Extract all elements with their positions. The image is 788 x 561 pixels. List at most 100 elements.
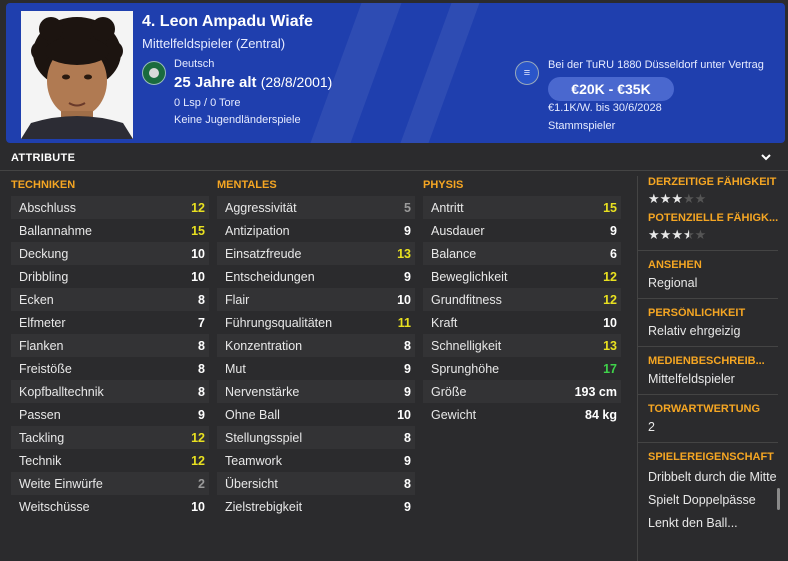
attribute-row[interactable]: Ecken 8 xyxy=(11,288,209,311)
attribute-row[interactable]: Freistöße 8 xyxy=(11,357,209,380)
attribute-row[interactable]: Schnelligkeit 13 xyxy=(423,334,621,357)
attribute-label: Technik xyxy=(19,453,62,468)
attribute-row[interactable]: Technik 12 xyxy=(11,449,209,472)
attribute-row[interactable]: Größe 193 cm xyxy=(423,380,621,403)
attribute-row[interactable]: Antizipation 9 xyxy=(217,219,415,242)
attribute-label: Antritt xyxy=(431,200,464,215)
attribute-value: 8 xyxy=(198,361,205,376)
player-trait: Lenkt den Ball... xyxy=(648,516,738,530)
star-icon: ★ xyxy=(648,191,660,206)
attribute-row[interactable]: Deckung 10 xyxy=(11,242,209,265)
divider xyxy=(638,298,778,299)
attribute-row[interactable]: Konzentration 8 xyxy=(217,334,415,357)
chevron-down-icon[interactable] xyxy=(760,151,772,166)
personality-value: Relativ ehrgeizig xyxy=(648,324,741,338)
header-stripe xyxy=(310,3,402,143)
divider xyxy=(638,394,778,395)
attribute-row[interactable]: Grundfitness 12 xyxy=(423,288,621,311)
attribute-value: 12 xyxy=(603,269,617,284)
player-position: Mittelfeldspieler (Zentral) xyxy=(142,36,286,51)
divider xyxy=(638,442,778,443)
attribute-label: Beweglichkeit xyxy=(431,269,508,284)
attribute-row[interactable]: Mut 9 xyxy=(217,357,415,380)
attribute-value: 15 xyxy=(603,200,617,215)
player-trait: Spielt Doppelpässe xyxy=(648,493,756,507)
attribute-label: Entscheidungen xyxy=(225,269,315,284)
attribute-label: Führungsqualitäten xyxy=(225,315,333,330)
attribute-row[interactable]: Flair 10 xyxy=(217,288,415,311)
attribute-value: 9 xyxy=(404,499,411,514)
attribute-row[interactable]: Einsatzfreude 13 xyxy=(217,242,415,265)
star-icon: ★ xyxy=(671,191,683,206)
attribute-row[interactable]: Ohne Ball 10 xyxy=(217,403,415,426)
attribute-row[interactable]: Tackling 12 xyxy=(11,426,209,449)
technical-attributes: Abschluss 12 Ballannahme 15 Deckung 10 Dribbli… xyxy=(11,196,209,518)
attribute-label: Mut xyxy=(225,361,246,376)
attribute-value: 8 xyxy=(198,338,205,353)
technical-heading: TECHNIKEN xyxy=(11,179,76,191)
attribute-label: Weite Einwürfe xyxy=(19,476,103,491)
nation-badge-icon xyxy=(142,61,166,85)
attribute-row[interactable]: Flanken 8 xyxy=(11,334,209,357)
potential-ability-stars: ★ ★ ★ ★ ★ xyxy=(648,228,778,242)
attribute-value: 9 xyxy=(610,223,617,238)
attribute-row[interactable]: Balance 6 xyxy=(423,242,621,265)
attribute-row[interactable]: Stellungsspiel 8 xyxy=(217,426,415,449)
attribute-row[interactable]: Abschluss 12 xyxy=(11,196,209,219)
attribute-row[interactable]: Kraft 10 xyxy=(423,311,621,334)
attribute-value: 8 xyxy=(404,430,411,445)
attribute-row[interactable]: Teamwork 9 xyxy=(217,449,415,472)
attribute-row[interactable]: Gewicht 84 kg xyxy=(423,403,621,426)
attribute-label: Flanken xyxy=(19,338,64,353)
attribute-label: Passen xyxy=(19,407,61,422)
attribute-row[interactable]: Dribbling 10 xyxy=(11,265,209,288)
attribute-label: Größe xyxy=(431,384,467,399)
attribute-label: Kopfballtechnik xyxy=(19,384,104,399)
attribute-row[interactable]: Entscheidungen 9 xyxy=(217,265,415,288)
attribute-row[interactable]: Zielstrebigkeit 9 xyxy=(217,495,415,518)
attribute-value: 10 xyxy=(191,499,205,514)
attribute-value: 13 xyxy=(603,338,617,353)
attribute-row[interactable]: Übersicht 8 xyxy=(217,472,415,495)
contract-club[interactable]: Bei der TuRU 1880 Düsseldorf unter Vertr… xyxy=(548,59,764,71)
attribute-label: Aggressivität xyxy=(225,200,297,215)
attribute-row[interactable]: Antritt 15 xyxy=(423,196,621,219)
star-icon: ★ xyxy=(682,191,695,206)
attribute-row[interactable]: Sprunghöhe 17 xyxy=(423,357,621,380)
reputation-label: ANSEHEN xyxy=(648,259,702,271)
traits-scrollbar[interactable] xyxy=(777,488,780,510)
star-icon: ★ xyxy=(659,227,672,242)
club-badge-icon[interactable]: ≡ xyxy=(515,61,539,85)
attribute-row[interactable]: Nervenstärke 9 xyxy=(217,380,415,403)
attribute-value: 11 xyxy=(397,315,411,330)
attribute-label: Flair xyxy=(225,292,250,307)
player-summary-panel: DERZEITIGE FÄHIGKEIT ★ ★ ★ ★ ★ POTENZIELLE F… xyxy=(638,176,778,532)
attribute-row[interactable]: Weitschüsse 10 xyxy=(11,495,209,518)
attribute-row[interactable]: Führungsqualitäten 11 xyxy=(217,311,415,334)
attribute-value: 15 xyxy=(191,223,205,238)
attribute-value: 8 xyxy=(198,292,205,307)
attribute-value: 12 xyxy=(191,200,205,215)
attribute-row[interactable]: Beweglichkeit 12 xyxy=(423,265,621,288)
reputation-value: Regional xyxy=(648,276,698,290)
player-age: 25 Jahre alt (28/8/2001) xyxy=(174,74,332,91)
star-icon: ★ xyxy=(694,191,707,206)
attribute-value: 9 xyxy=(404,453,411,468)
wage-contract-info: €1.1K/W. bis 30/6/2028 xyxy=(548,102,662,114)
attribute-row[interactable]: Ballannahme 15 xyxy=(11,219,209,242)
attribute-row[interactable]: Weite Einwürfe 2 xyxy=(11,472,209,495)
mental-attributes: Aggressivität 5 Antizipation 9 Einsatzfreude… xyxy=(217,196,415,518)
attribute-row[interactable]: Kopfballtechnik 8 xyxy=(11,380,209,403)
attribute-row[interactable]: Ausdauer 9 xyxy=(423,219,621,242)
attribute-row[interactable]: Passen 9 xyxy=(11,403,209,426)
attribute-row[interactable]: Aggressivität 5 xyxy=(217,196,415,219)
attribute-row[interactable]: Elfmeter 7 xyxy=(11,311,209,334)
divider xyxy=(638,346,778,347)
attribute-label: Freistöße xyxy=(19,361,72,376)
attribute-value: 9 xyxy=(404,361,411,376)
divider xyxy=(638,250,778,251)
attribute-value: 17 xyxy=(603,361,617,376)
attribute-label: Kraft xyxy=(431,315,458,330)
attribute-label: Elfmeter xyxy=(19,315,66,330)
attribute-value: 9 xyxy=(404,269,411,284)
